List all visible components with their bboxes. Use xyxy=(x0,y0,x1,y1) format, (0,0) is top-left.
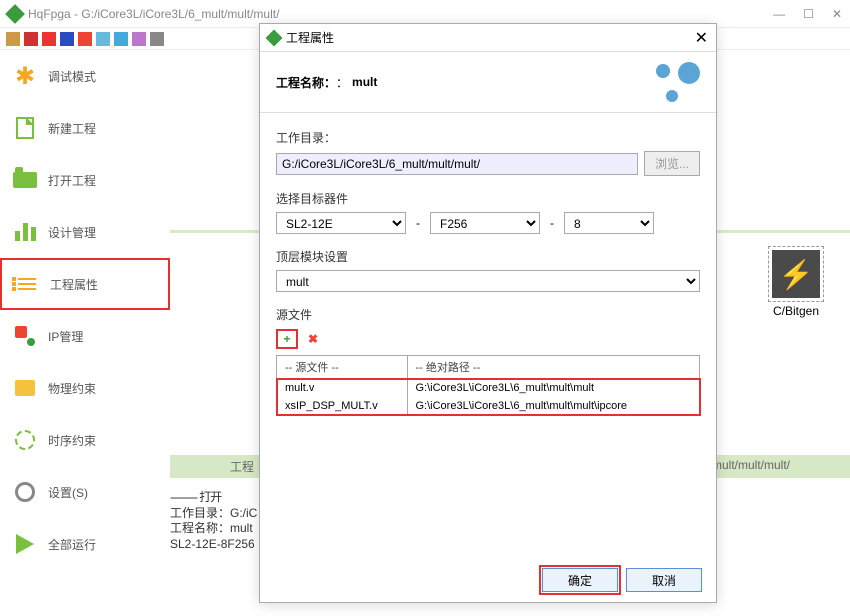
new-file-icon xyxy=(12,115,38,141)
sidebar-item-new-project[interactable]: 新建工程 xyxy=(0,102,170,154)
list-icon xyxy=(14,271,40,297)
table-row[interactable]: mult.v G:\iCore3L\iCore3L\6_mult\mult\mu… xyxy=(277,379,700,398)
sidebar-item-label: 调试模式 xyxy=(48,68,96,85)
topmodule-field: 顶层模块设置 mult xyxy=(276,248,700,292)
workdir-input[interactable] xyxy=(276,153,638,175)
sidebar-item-ip-manage[interactable]: IP管理 xyxy=(0,310,170,362)
device-label: 选择目标器件 xyxy=(276,190,700,207)
sidebar-item-label: IP管理 xyxy=(48,328,83,345)
bars-icon xyxy=(12,219,38,245)
sidebar-item-debug[interactable]: ✱ 调试模式 xyxy=(0,50,170,102)
window-maximize[interactable]: ☐ xyxy=(803,7,814,21)
sidebar-item-label: 全部运行 xyxy=(48,536,96,553)
topmodule-label: 顶层模块设置 xyxy=(276,248,700,265)
sidebar-item-physical-constraint[interactable]: 物理约束 xyxy=(0,362,170,414)
toolbar-icon-6[interactable] xyxy=(96,32,110,46)
sidebar-item-design-manage[interactable]: 设计管理 xyxy=(0,206,170,258)
browse-button[interactable]: 浏览... xyxy=(644,151,700,176)
toolbar-icon-1[interactable] xyxy=(6,32,20,46)
toolbar-icon-9[interactable] xyxy=(150,32,164,46)
dash: - xyxy=(550,216,554,230)
ok-button[interactable]: 确定 xyxy=(542,568,618,592)
constraint-icon xyxy=(12,375,38,401)
toolbar-icon-7[interactable] xyxy=(114,32,128,46)
sidebar-item-project-properties[interactable]: 工程属性 xyxy=(0,258,170,310)
toolbar-flag-uk-icon[interactable] xyxy=(60,32,74,46)
col-source: -- 源文件 -- xyxy=(277,356,407,379)
log-bar-left: 工程 xyxy=(230,460,254,474)
dialog-footer: 确定 取消 xyxy=(542,568,702,592)
remove-source-button[interactable]: ✖ xyxy=(302,329,324,349)
dialog-close-button[interactable]: ✕ xyxy=(695,28,708,48)
sidebar-item-label: 设计管理 xyxy=(48,224,96,241)
chip-icon xyxy=(772,250,820,298)
log-line: 工作目录：G:/iC xyxy=(170,506,257,522)
window-minimize[interactable]: — xyxy=(773,7,785,21)
window-title: HqFpga - G:/iCore3L/iCore3L/6_mult/mult/… xyxy=(28,7,279,21)
sidebar-item-label: 时序约束 xyxy=(48,432,96,449)
toolbar-icon-8[interactable] xyxy=(132,32,146,46)
log-line: --------- 打开 xyxy=(170,490,257,506)
project-name-sep: ： xyxy=(336,74,348,91)
dialog-icon xyxy=(266,29,283,46)
workdir-label: 工作目录： xyxy=(276,129,700,146)
sidebar-item-run-all[interactable]: 全部运行 xyxy=(0,518,170,570)
debug-icon: ✱ xyxy=(12,63,38,89)
ip-icon xyxy=(12,323,38,349)
device-select[interactable]: SL2-12E xyxy=(276,212,406,234)
source-files-table: -- 源文件 -- -- 绝对路径 -- mult.v G:\iCore3L\i… xyxy=(276,355,700,416)
dialog-titlebar: 工程属性 ✕ xyxy=(260,24,716,52)
cancel-button[interactable]: 取消 xyxy=(626,568,702,592)
sourcefiles-label: 源文件 xyxy=(276,306,700,323)
log-line: SL2-12E-8F256 xyxy=(170,537,257,553)
sidebar-item-label: 物理约束 xyxy=(48,380,96,397)
sidebar-item-label: 设置(S) xyxy=(48,484,88,501)
table-row[interactable]: xsIP_DSP_MULT.v G:\iCore3L\iCore3L\6_mul… xyxy=(277,397,700,415)
app-icon xyxy=(5,4,25,24)
log-panel: --------- 打开 工作目录：G:/iC 工程名称：mult SL2-12… xyxy=(170,490,257,552)
sidebar-item-settings[interactable]: 设置(S) xyxy=(0,466,170,518)
sidebar-item-open-project[interactable]: 打开工程 xyxy=(0,154,170,206)
clock-icon xyxy=(12,427,38,453)
toolbar-flag-cn-icon[interactable] xyxy=(42,32,56,46)
bitgen-label: C/Bitgen xyxy=(773,304,819,318)
log-line: 工程名称：mult xyxy=(170,521,257,537)
dash: - xyxy=(416,216,420,230)
log-bar-right: mult/mult/mult/ xyxy=(712,458,790,472)
sourcefiles-field: 源文件 + ✖ -- 源文件 -- -- 绝对路径 -- mult.v G:\i… xyxy=(276,306,700,416)
col-path: -- 绝对路径 -- xyxy=(407,356,700,379)
dialog-header: 工程名称： ： mult xyxy=(260,52,716,113)
sidebar: ✱ 调试模式 新建工程 打开工程 设计管理 工程属性 IP管理 物理约束 xyxy=(0,50,170,610)
folder-icon xyxy=(12,167,38,193)
header-graphic-icon xyxy=(652,62,700,102)
cell-file: mult.v xyxy=(277,379,407,398)
project-name-value: mult xyxy=(352,75,377,89)
sidebar-item-label: 新建工程 xyxy=(48,120,96,137)
gear-icon xyxy=(12,479,38,505)
toolbar-flag-jp-icon[interactable] xyxy=(78,32,92,46)
project-properties-dialog: 工程属性 ✕ 工程名称： ： mult 工作目录： 浏览... 选择目标器件 S… xyxy=(259,23,717,603)
topmodule-select[interactable]: mult xyxy=(276,270,700,292)
project-name-label: 工程名称： xyxy=(276,74,336,91)
toolbar-icon-2[interactable] xyxy=(24,32,38,46)
play-icon xyxy=(12,531,38,557)
sidebar-item-label: 打开工程 xyxy=(48,172,96,189)
cell-path: G:\iCore3L\iCore3L\6_mult\mult\mult xyxy=(407,379,700,398)
package-select[interactable]: F256 xyxy=(430,212,540,234)
add-source-button[interactable]: + xyxy=(276,329,298,349)
dialog-title: 工程属性 xyxy=(286,29,334,46)
dialog-body: 工作目录： 浏览... 选择目标器件 SL2-12E - F256 - 8 顶层… xyxy=(260,113,716,573)
cell-path: G:\iCore3L\iCore3L\6_mult\mult\mult\ipco… xyxy=(407,397,700,415)
bitgen-block[interactable]: C/Bitgen xyxy=(772,250,820,318)
window-close[interactable]: ✕ xyxy=(832,7,842,21)
device-field: 选择目标器件 SL2-12E - F256 - 8 xyxy=(276,190,700,234)
sidebar-item-label: 工程属性 xyxy=(50,276,98,293)
speed-select[interactable]: 8 xyxy=(564,212,654,234)
workdir-field: 工作目录： 浏览... xyxy=(276,129,700,176)
cell-file: xsIP_DSP_MULT.v xyxy=(277,397,407,415)
sidebar-item-timing-constraint[interactable]: 时序约束 xyxy=(0,414,170,466)
